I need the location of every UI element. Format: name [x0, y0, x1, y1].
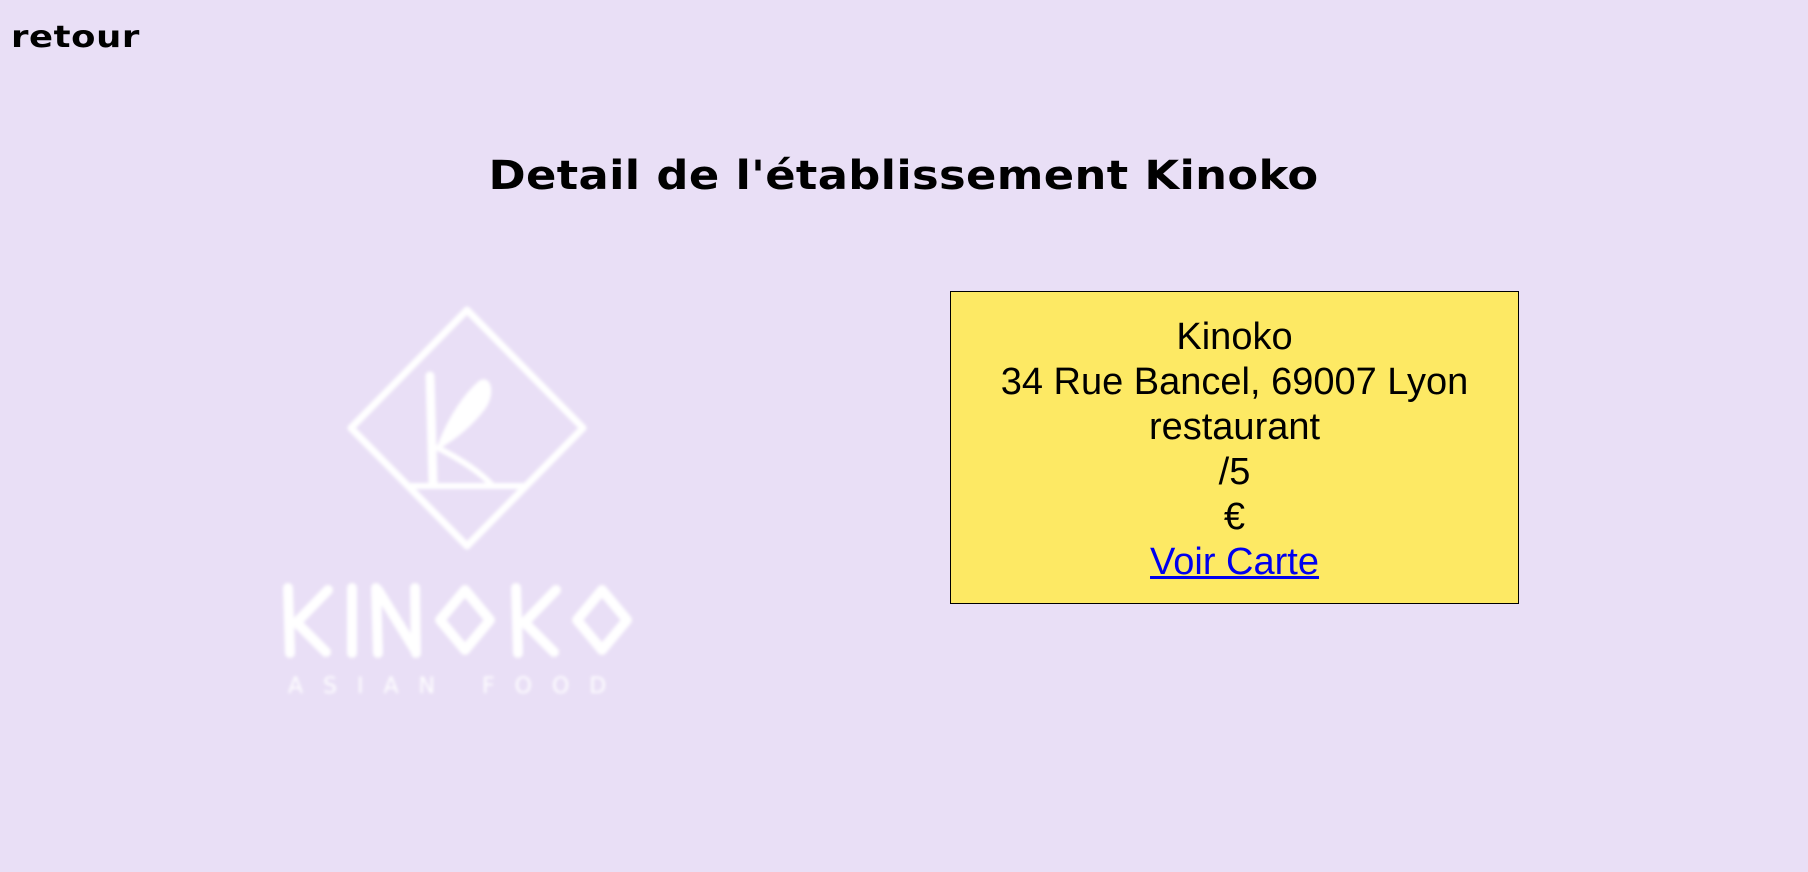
establishment-logo: ASIAN FOOD — [280, 298, 660, 708]
page-title: Detail de l'établissement Kinoko — [0, 148, 1808, 204]
establishment-name: Kinoko — [1176, 316, 1293, 358]
establishment-price: € — [1223, 496, 1246, 538]
establishment-address: 34 Rue Bancel, 69007 Lyon — [1000, 361, 1469, 403]
page-title-text: Detail de l'établissement Kinoko — [488, 153, 1320, 199]
view-menu-link[interactable]: Voir Carte — [1150, 541, 1319, 583]
establishment-rating: /5 — [1218, 451, 1251, 493]
establishment-type: restaurant — [1148, 406, 1321, 448]
back-link[interactable]: retour — [11, 20, 140, 55]
establishment-info-card: Kinoko 34 Rue Bancel, 69007 Lyon restaur… — [950, 291, 1519, 604]
svg-text:ASIAN FOOD: ASIAN FOOD — [288, 674, 626, 699]
